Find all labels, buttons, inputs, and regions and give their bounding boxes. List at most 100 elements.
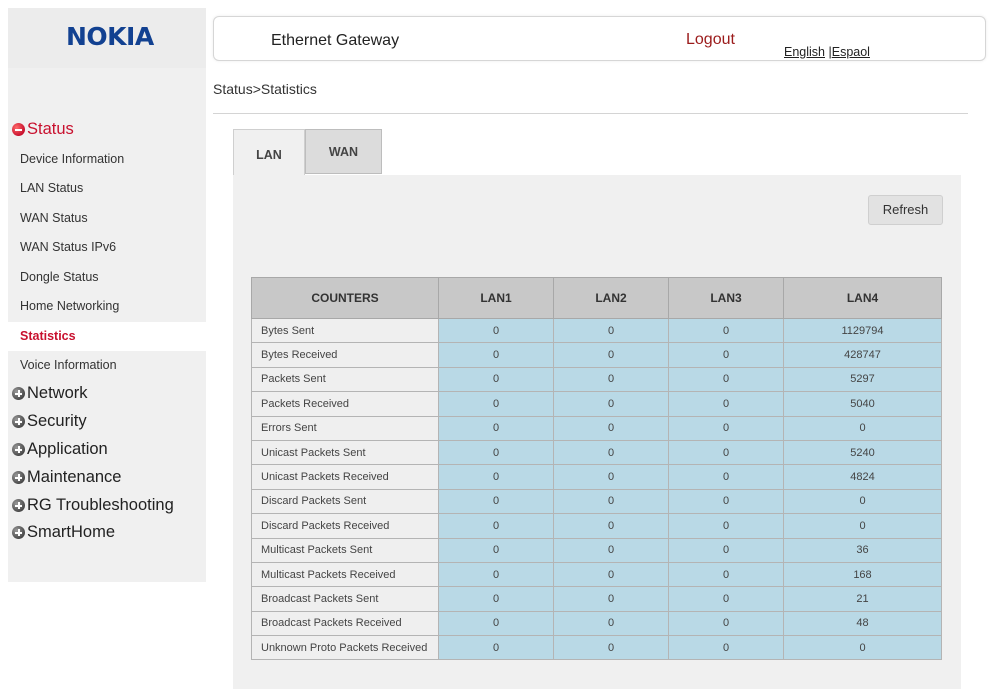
counter-value: 0 — [438, 439, 554, 466]
language-switcher: English |Espaol — [784, 45, 870, 59]
counter-value: 4824 — [783, 464, 942, 490]
sidebar-group-label: Network — [27, 384, 88, 402]
table-row: Packets Received 0 0 0 5040 — [251, 391, 942, 417]
nokia-logo: NOKIA — [66, 22, 154, 51]
tab-wan[interactable]: WAN — [305, 129, 382, 174]
counter-value: 0 — [783, 488, 942, 515]
counter-value: 0 — [668, 586, 784, 612]
sidebar-group-status[interactable]: Status — [12, 120, 74, 139]
sidebar-group-security[interactable]: Security — [12, 412, 87, 431]
sidebar-group-network[interactable]: Network — [12, 384, 88, 403]
table-row: Broadcast Packets Sent 0 0 0 21 — [251, 586, 942, 612]
sidebar-group-status-label: Status — [27, 120, 74, 138]
counter-value: 0 — [668, 537, 784, 563]
counter-value: 5040 — [783, 391, 942, 417]
counter-value: 0 — [553, 342, 669, 368]
counter-value: 428747 — [783, 342, 942, 368]
sidebar-group-maintenance[interactable]: Maintenance — [12, 468, 121, 487]
counter-value: 0 — [668, 561, 784, 588]
sidebar-item-wan-status[interactable]: WAN Status — [8, 204, 206, 233]
sidebar-item-home-networking[interactable]: Home Networking — [8, 292, 206, 321]
sidebar-item-device-information[interactable]: Device Information — [8, 145, 206, 174]
counter-value: 0 — [553, 439, 669, 466]
expand-icon — [12, 499, 25, 512]
counter-value: 0 — [438, 391, 554, 417]
counter-value: 0 — [783, 415, 942, 441]
counter-value: 21 — [783, 586, 942, 612]
counter-value: 0 — [438, 415, 554, 441]
expand-icon — [12, 443, 25, 456]
sidebar-item-dongle-status[interactable]: Dongle Status — [8, 263, 206, 292]
sidebar-item-voice-information[interactable]: Voice Information — [8, 351, 206, 380]
counter-label: Unicast Packets Sent — [251, 439, 439, 466]
sidebar-group-application[interactable]: Application — [12, 440, 108, 459]
counter-label: Packets Sent — [251, 366, 439, 393]
expand-icon — [12, 471, 25, 484]
table-row: Unknown Proto Packets Received 0 0 0 0 — [251, 635, 942, 661]
table-row: Bytes Sent 0 0 0 1129794 — [251, 317, 942, 344]
table-row: Multicast Packets Sent 0 0 0 36 — [251, 537, 942, 563]
sidebar-item-wan-status-ipv6[interactable]: WAN Status IPv6 — [8, 233, 206, 262]
logout-link[interactable]: Logout — [686, 31, 735, 49]
breadcrumb: Status>Statistics — [213, 81, 317, 97]
table-row: Bytes Received 0 0 0 428747 — [251, 342, 942, 368]
counter-value: 0 — [438, 610, 554, 637]
counter-value: 0 — [553, 635, 669, 661]
counter-value: 0 — [783, 513, 942, 539]
column-header: COUNTERS — [251, 277, 439, 319]
counter-value: 0 — [438, 586, 554, 612]
counter-value: 0 — [668, 610, 784, 637]
table-row: Packets Sent 0 0 0 5297 — [251, 366, 942, 393]
sidebar-item-statistics[interactable]: Statistics — [8, 322, 206, 351]
sidebar-group-label: SmartHome — [27, 523, 116, 541]
sidebar-group-rg-troubleshooting[interactable]: RG Troubleshooting — [12, 496, 174, 515]
table-header-row: COUNTERS LAN1 LAN2 LAN3 LAN4 — [251, 277, 942, 319]
table-row: Errors Sent 0 0 0 0 — [251, 415, 942, 441]
counter-value: 0 — [553, 464, 669, 490]
header-bar: Ethernet Gateway Logout English |Espaol — [213, 16, 986, 61]
counter-label: Multicast Packets Sent — [251, 537, 439, 563]
counter-label: Discard Packets Received — [251, 513, 439, 539]
table-row: Unicast Packets Received 0 0 0 4824 — [251, 464, 942, 490]
counter-value: 36 — [783, 537, 942, 563]
counter-value: 0 — [438, 513, 554, 539]
counter-value: 0 — [438, 537, 554, 563]
refresh-button[interactable]: Refresh — [868, 195, 943, 225]
counter-value: 0 — [668, 342, 784, 368]
counter-value: 0 — [668, 488, 784, 515]
counter-value: 0 — [438, 366, 554, 393]
counter-value: 0 — [553, 586, 669, 612]
counter-value: 0 — [438, 488, 554, 515]
counter-value: 0 — [438, 464, 554, 490]
counter-value: 0 — [438, 635, 554, 661]
sidebar-group-label: Application — [27, 440, 108, 458]
counter-value: 0 — [553, 513, 669, 539]
sidebar-group-smarthome[interactable]: SmartHome — [12, 523, 115, 542]
lang-english-link[interactable]: English — [784, 45, 825, 59]
counter-value: 1129794 — [783, 317, 942, 344]
column-header: LAN2 — [553, 277, 669, 319]
sidebar-item-lan-status[interactable]: LAN Status — [8, 174, 206, 203]
counter-label: Unicast Packets Received — [251, 464, 439, 490]
counter-label: Broadcast Packets Received — [251, 610, 439, 637]
counter-value: 0 — [553, 391, 669, 417]
counter-value: 0 — [783, 635, 942, 661]
counter-label: Bytes Received — [251, 342, 439, 368]
counter-value: 0 — [553, 317, 669, 344]
statistics-table: COUNTERS LAN1 LAN2 LAN3 LAN4 Bytes Sent 0… — [251, 277, 942, 661]
counter-value: 0 — [438, 317, 554, 344]
sidebar-group-label: RG Troubleshooting — [27, 496, 174, 514]
counter-value: 0 — [553, 488, 669, 515]
header-title: Ethernet Gateway — [271, 32, 400, 49]
counter-label: Bytes Sent — [251, 317, 439, 344]
counter-value: 168 — [783, 561, 942, 588]
lang-espanol-link[interactable]: Espaol — [832, 45, 870, 59]
counter-value: 0 — [553, 415, 669, 441]
divider — [213, 113, 968, 114]
counter-value: 0 — [668, 439, 784, 466]
column-header: LAN4 — [783, 277, 942, 319]
counter-value: 5297 — [783, 366, 942, 393]
tab-lan[interactable]: LAN — [233, 129, 305, 176]
sidebar-group-label: Maintenance — [27, 468, 122, 486]
expand-icon — [12, 415, 25, 428]
